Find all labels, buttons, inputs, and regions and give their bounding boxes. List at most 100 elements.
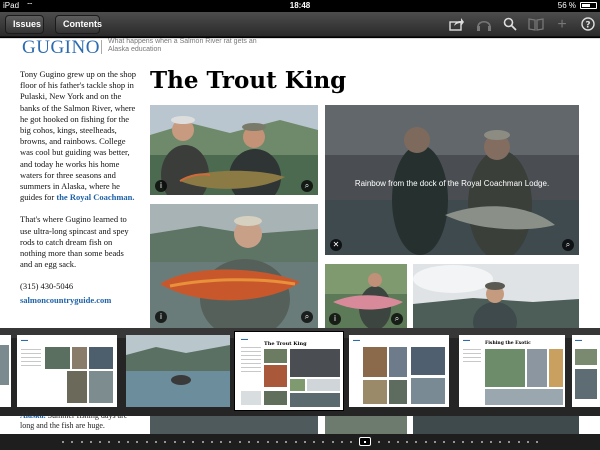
share-icon[interactable]	[449, 17, 465, 33]
page-dot[interactable]	[99, 441, 101, 443]
thumb-title: The Trout King	[264, 341, 307, 347]
website-link[interactable]: salmoncountryguide.com	[20, 295, 137, 306]
thumb-text-line	[463, 349, 481, 350]
thumb-photo	[264, 349, 287, 363]
zoom-icon[interactable]: ⌕	[301, 311, 313, 323]
thumb-photo	[389, 380, 407, 404]
info-icon[interactable]: i	[155, 311, 167, 323]
royal-coachman-link[interactable]: the Royal Coachman.	[56, 192, 134, 202]
photo-two-anglers[interactable]: i ⌕	[150, 105, 318, 195]
page-dot[interactable]	[174, 441, 176, 443]
page-thumbnail-selected[interactable]: ▬▬ The Trout King	[235, 332, 343, 410]
page-thumbnail[interactable]: ▬▬	[349, 335, 449, 407]
photo-angler-sky[interactable]	[413, 264, 579, 328]
page-dot[interactable]	[378, 441, 380, 443]
headphones-icon[interactable]	[476, 17, 492, 33]
page-dot[interactable]	[295, 441, 297, 443]
page-dot[interactable]	[211, 441, 213, 443]
page-dot[interactable]	[406, 441, 408, 443]
page-dot[interactable]	[90, 441, 92, 443]
zoom-icon[interactable]: ⌕	[562, 239, 574, 251]
page-dot[interactable]	[267, 441, 269, 443]
photo-char-catch[interactable]: i ⌕	[150, 204, 318, 328]
page-dot[interactable]	[220, 441, 222, 443]
page-dot[interactable]	[71, 441, 73, 443]
page-dot[interactable]	[108, 441, 110, 443]
book-icon[interactable]	[528, 17, 544, 33]
help-icon[interactable]: ?	[580, 17, 596, 33]
page-dot[interactable]	[350, 441, 352, 443]
thumb-photo	[485, 349, 525, 387]
info-icon[interactable]: i	[155, 180, 167, 192]
close-icon[interactable]: ✕	[330, 239, 342, 251]
zoom-icon[interactable]: ⌕	[301, 180, 313, 192]
page-dot[interactable]	[425, 441, 427, 443]
thumb-photo	[241, 391, 261, 405]
search-icon[interactable]	[502, 17, 518, 33]
page-dot[interactable]	[155, 441, 157, 443]
page-dot[interactable]	[443, 441, 445, 443]
page-dot[interactable]	[183, 441, 185, 443]
thumb-text-line	[463, 361, 481, 362]
page-dot[interactable]	[462, 441, 464, 443]
page-dot[interactable]	[481, 441, 483, 443]
page-dot[interactable]	[527, 441, 529, 443]
thumb-kicker: ▬▬	[241, 337, 248, 341]
page-dot[interactable]	[229, 441, 231, 443]
page-dot[interactable]	[127, 441, 129, 443]
clock: 18:48	[289, 1, 311, 10]
page-dot[interactable]	[332, 441, 334, 443]
paragraph-2: That's where Gugino learned to use ultra…	[20, 214, 129, 270]
page-indicator[interactable]	[0, 434, 600, 450]
page-dot[interactable]	[508, 441, 510, 443]
photo-rainbow-dock[interactable]: Rainbow from the dock of the Royal Coach…	[325, 105, 579, 255]
page-dot[interactable]	[415, 441, 417, 443]
page-dot[interactable]	[453, 441, 455, 443]
issues-button[interactable]: Issues	[5, 15, 44, 34]
thumbnail-strip[interactable]: ▬▬ ▬▬ The Trout King ▬▬ ▬▬ Fishing the E…	[0, 328, 600, 416]
thumb-photo	[45, 347, 70, 369]
page-dot[interactable]	[322, 441, 324, 443]
page-dot[interactable]	[136, 441, 138, 443]
contents-button[interactable]: Contents	[55, 15, 102, 34]
page-dot[interactable]	[276, 441, 278, 443]
bottom-photo-1	[150, 416, 318, 434]
battery-percent: 56 %	[557, 1, 576, 10]
page-dot[interactable]	[62, 441, 64, 443]
page-dot[interactable]	[202, 441, 204, 443]
page-dot[interactable]	[471, 441, 473, 443]
page-dot[interactable]	[313, 441, 315, 443]
page-dot[interactable]	[146, 441, 148, 443]
photo-caption: Rainbow from the dock of the Royal Coach…	[354, 179, 550, 188]
page-dot[interactable]	[536, 441, 538, 443]
page-dot[interactable]	[518, 441, 520, 443]
page-thumbnail[interactable]	[126, 335, 230, 407]
thumb-text-line	[241, 359, 261, 360]
page-dot[interactable]	[434, 441, 436, 443]
photo-pink-fish[interactable]: i ⌕	[325, 264, 407, 328]
thumb-kicker: ▬▬	[21, 338, 28, 342]
page-dot[interactable]	[490, 441, 492, 443]
page-dot[interactable]	[164, 441, 166, 443]
page-dot[interactable]	[248, 441, 250, 443]
page-dot[interactable]	[285, 441, 287, 443]
page-thumbnail[interactable]	[0, 335, 11, 407]
page-dot[interactable]	[192, 441, 194, 443]
page-dot[interactable]	[257, 441, 259, 443]
page-thumbnail[interactable]: ▬▬	[17, 335, 117, 407]
page-thumbnail[interactable]: ▬▬ Fishing the Exotic	[459, 335, 565, 407]
add-icon[interactable]: +	[554, 17, 570, 33]
thumb-text-line	[241, 371, 261, 372]
page-dot[interactable]	[499, 441, 501, 443]
page-dot[interactable]	[397, 441, 399, 443]
page-dot[interactable]	[341, 441, 343, 443]
zoom-icon[interactable]: ⌕	[391, 313, 403, 325]
page-dot[interactable]	[239, 441, 241, 443]
page-thumbnail[interactable]: ▬▬	[572, 335, 600, 407]
thumb-text-line	[21, 365, 41, 366]
page-dot[interactable]	[388, 441, 390, 443]
page-dot[interactable]	[118, 441, 120, 443]
info-icon[interactable]: i	[329, 313, 341, 325]
page-dot[interactable]	[304, 441, 306, 443]
page-dot[interactable]	[81, 441, 83, 443]
